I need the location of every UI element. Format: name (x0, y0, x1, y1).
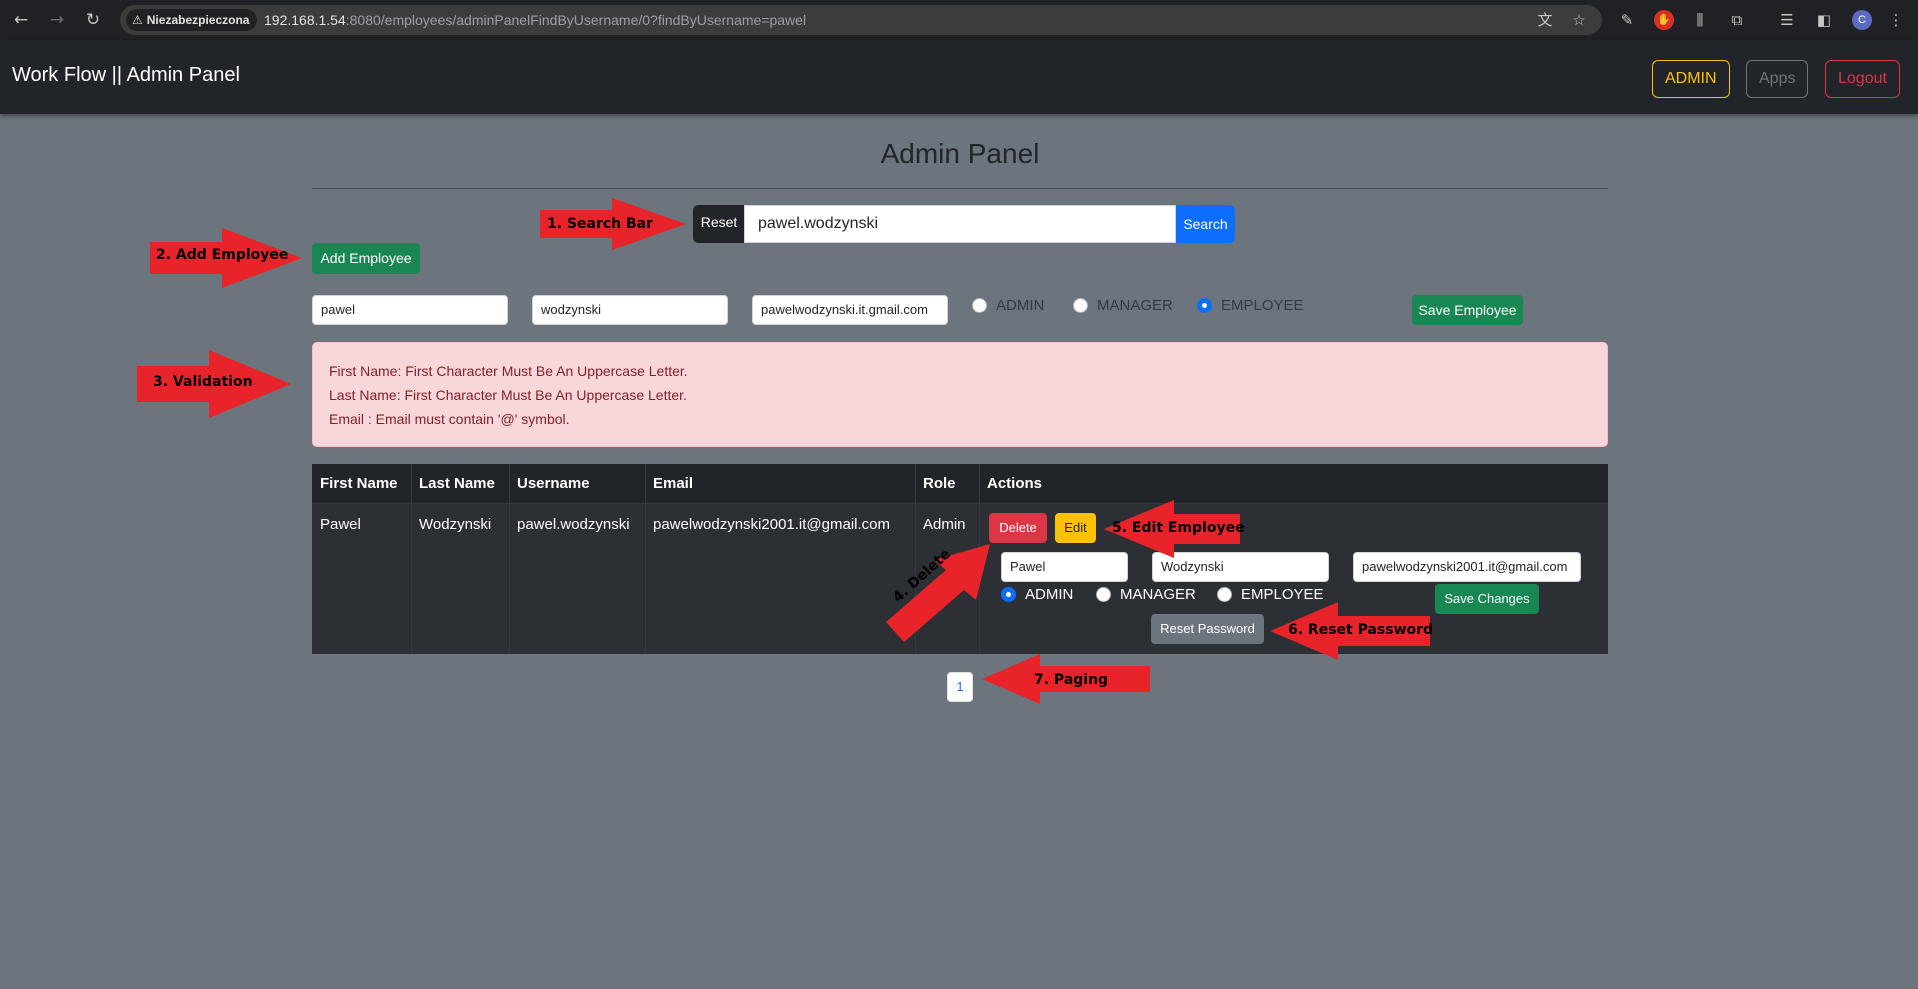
security-chip[interactable]: ⚠ Niezabezpieczona (126, 9, 258, 31)
cell-first-name: Pawel (320, 516, 361, 533)
search-button[interactable]: Search (1176, 205, 1235, 243)
cell-username: pawel.wodzynski (517, 516, 630, 533)
new-role-label-employee: EMPLOYEE (1221, 297, 1304, 314)
annotation-label-validation: 3. Validation (153, 374, 253, 390)
search-reset-button[interactable]: Reset (693, 205, 745, 243)
media-queue-icon[interactable]: ☰ (1777, 10, 1797, 30)
new-role-label-manager: MANAGER (1097, 297, 1173, 314)
new-email-input[interactable]: pawelwodzynski.it.gmail.com (752, 295, 948, 325)
more-menu-icon[interactable]: ⋮ (1886, 10, 1906, 30)
logout-button[interactable]: Logout (1825, 60, 1900, 98)
edit-role-radio-admin[interactable] (1001, 587, 1016, 602)
column-header-first-name: First Name (320, 475, 398, 492)
app-brand[interactable]: Work Flow || Admin Panel (12, 64, 240, 87)
profile-avatar[interactable]: C (1852, 10, 1872, 30)
edit-role-label-employee: EMPLOYEE (1241, 586, 1324, 603)
edit-role-label-admin: ADMIN (1025, 586, 1074, 603)
cell-role: Admin (923, 516, 966, 533)
extension-pen-icon[interactable]: ✎ (1617, 10, 1637, 30)
annotation-label-reset-password: 6. Reset Password (1288, 622, 1434, 638)
column-divider (509, 464, 510, 654)
translate-icon[interactable]: 文 (1536, 11, 1554, 29)
add-employee-button[interactable]: Add Employee (312, 243, 420, 274)
save-employee-button[interactable]: Save Employee (1412, 295, 1523, 325)
edit-role-label-manager: MANAGER (1120, 586, 1196, 603)
validation-message: Email : Email must contain '@' symbol. (329, 411, 570, 427)
delete-button[interactable]: Delete (989, 513, 1047, 543)
column-header-role: Role (923, 475, 956, 492)
arrow-left-icon[interactable]: ← (10, 9, 32, 31)
validation-message: Last Name: First Character Must Be An Up… (329, 387, 687, 403)
url-text[interactable]: 192.168.1.54:8080/employees/adminPanelFi… (264, 5, 806, 35)
reset-password-button[interactable]: Reset Password (1151, 614, 1264, 644)
new-role-radio-admin[interactable] (972, 298, 987, 313)
app-navbar: Work Flow || Admin Panel ADMIN Apps Logo… (0, 40, 1918, 114)
new-role-radio-employee[interactable] (1197, 298, 1212, 313)
annotation-label-edit-employee: 5. Edit Employee (1112, 520, 1245, 536)
address-bar[interactable]: ⚠ Niezabezpieczona 192.168.1.54:8080/empl… (120, 5, 1602, 35)
annotation-label-add-employee: 2. Add Employee (156, 247, 289, 263)
search-input[interactable]: pawel.wodzynski (744, 205, 1176, 243)
edit-role-radio-employee[interactable] (1217, 587, 1232, 602)
cell-email: pawelwodzynski2001.it@gmail.com (653, 516, 890, 533)
column-header-email: Email (653, 475, 694, 492)
validation-message: First Name: First Character Must Be An U… (329, 363, 688, 379)
column-header-last-name: Last Name (419, 475, 495, 492)
new-role-radio-manager[interactable] (1073, 298, 1088, 313)
column-divider (645, 464, 646, 654)
warning-icon: ⚠ (132, 13, 143, 27)
column-header-username: Username (517, 475, 590, 492)
edit-button[interactable]: Edit (1055, 513, 1096, 543)
annotation-label-paging: 7. Paging (1034, 672, 1109, 688)
edit-email-input[interactable]: pawelwodzynski2001.it@gmail.com (1353, 552, 1581, 582)
new-role-label-admin: ADMIN (996, 297, 1045, 314)
title-divider (312, 188, 1608, 189)
page-title: Admin Panel (880, 138, 1040, 169)
column-header-actions: Actions (987, 475, 1043, 492)
apps-button[interactable]: Apps (1746, 60, 1809, 98)
extension-sliders-icon[interactable]: ⫼ (1690, 10, 1710, 30)
extension-hand-icon[interactable]: ✋ (1654, 10, 1674, 30)
annotation-label-search-bar: 1. Search Bar (547, 216, 654, 232)
cell-last-name: Wodzynski (419, 516, 492, 533)
reload-icon[interactable]: ↻ (82, 9, 104, 31)
pagination-page-1[interactable]: 1 (947, 672, 973, 702)
new-first-name-input[interactable]: pawel (312, 295, 508, 325)
side-panel-icon[interactable]: ◧ (1814, 10, 1834, 30)
arrow-right-icon[interactable]: → (46, 9, 68, 31)
validation-alert: First Name: First Character Must Be An U… (312, 342, 1608, 447)
table-header: First Name Last Name Username Email Role… (312, 464, 1608, 504)
new-last-name-input[interactable]: wodzynski (532, 295, 728, 325)
bookmark-star-icon[interactable]: ☆ (1570, 11, 1588, 29)
save-changes-button[interactable]: Save Changes (1435, 584, 1539, 614)
extensions-puzzle-icon[interactable]: ⧉ (1727, 10, 1747, 30)
edit-role-radio-manager[interactable] (1096, 587, 1111, 602)
admin-button[interactable]: ADMIN (1652, 60, 1730, 98)
browser-toolbar: ← → ↻ ⚠ Niezabezpieczona 192.168.1.54:808… (0, 0, 1918, 40)
column-divider (411, 464, 412, 654)
